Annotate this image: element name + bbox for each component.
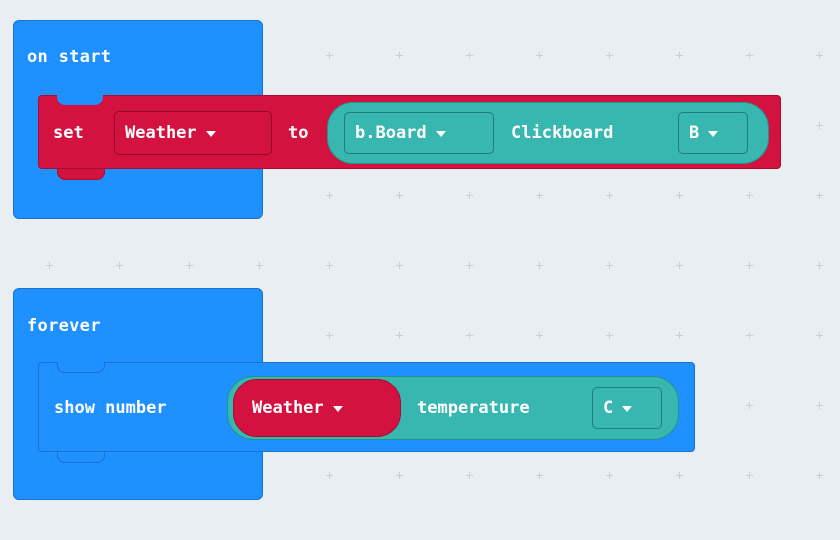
set-keyword: set	[53, 123, 84, 143]
grid-dot	[676, 52, 683, 59]
grid-dot	[396, 472, 403, 479]
variable-dropdown-label: Weather	[125, 123, 197, 143]
grid-dot	[396, 332, 403, 339]
grid-dot	[746, 262, 753, 269]
grid-dot	[466, 262, 473, 269]
block-notch	[57, 95, 103, 105]
board-dropdown-label: b.Board	[355, 123, 427, 143]
grid-dot	[466, 192, 473, 199]
temperature-label: temperature	[417, 398, 530, 418]
grid-dot	[816, 52, 823, 59]
grid-dot	[396, 52, 403, 59]
show-number-label: show number	[54, 398, 167, 418]
to-keyword: to	[288, 123, 309, 143]
grid-dot	[466, 52, 473, 59]
block-notch-bottom	[57, 169, 105, 180]
grid-dot	[256, 262, 263, 269]
grid-dot	[396, 192, 403, 199]
grid-dot	[816, 192, 823, 199]
grid-dot	[816, 472, 823, 479]
on-start-label: on start	[27, 47, 112, 67]
grid-dot	[326, 262, 333, 269]
grid-dot	[746, 332, 753, 339]
grid-dot	[46, 262, 53, 269]
grid-dot	[326, 332, 333, 339]
weather-variable-dropdown[interactable]: Weather	[233, 379, 401, 437]
grid-dot	[116, 262, 123, 269]
grid-dot	[536, 192, 543, 199]
show-number-block[interactable]: show number Weather temperature C	[38, 362, 695, 463]
grid-dot	[466, 472, 473, 479]
grid-dot	[676, 192, 683, 199]
grid-dot	[606, 472, 613, 479]
grid-dot	[536, 472, 543, 479]
block-notch-bottom	[57, 452, 105, 463]
grid-dot	[816, 122, 823, 129]
grid-dot	[606, 192, 613, 199]
clickboard-label: Clickboard	[511, 123, 614, 143]
grid-dot	[816, 332, 823, 339]
chevron-down-icon	[435, 131, 446, 137]
board-dropdown[interactable]: b.Board	[344, 112, 494, 154]
weather-variable-label: Weather	[252, 398, 324, 418]
grid-dot	[186, 262, 193, 269]
unit-dropdown-label: C	[603, 398, 614, 418]
chevron-down-icon	[332, 406, 343, 412]
slot-dropdown[interactable]: B	[678, 112, 748, 154]
grid-dot	[746, 472, 753, 479]
grid-dot	[746, 402, 753, 409]
grid-dot	[466, 332, 473, 339]
grid-dot	[676, 332, 683, 339]
grid-dot	[606, 332, 613, 339]
grid-dot	[746, 192, 753, 199]
grid-dot	[606, 262, 613, 269]
grid-dot	[606, 52, 613, 59]
grid-dot	[816, 262, 823, 269]
grid-dot	[326, 472, 333, 479]
grid-dot	[536, 52, 543, 59]
grid-dot	[676, 472, 683, 479]
unit-dropdown[interactable]: C	[592, 387, 662, 429]
clickboard-value-block[interactable]: b.Board Clickboard B	[327, 102, 769, 164]
slot-dropdown-label: B	[689, 123, 700, 143]
chevron-down-icon	[205, 131, 216, 137]
temperature-reporter-block[interactable]: Weather temperature C	[227, 376, 679, 440]
grid-dot	[676, 262, 683, 269]
variable-dropdown[interactable]: Weather	[114, 111, 272, 155]
grid-dot	[536, 262, 543, 269]
grid-dot	[746, 52, 753, 59]
chevron-down-icon	[622, 406, 633, 412]
block-notch	[57, 362, 105, 373]
forever-label: forever	[27, 316, 101, 336]
grid-dot	[326, 192, 333, 199]
grid-dot	[396, 262, 403, 269]
grid-dot	[816, 402, 823, 409]
grid-dot	[536, 332, 543, 339]
chevron-down-icon	[708, 131, 719, 137]
grid-dot	[326, 52, 333, 59]
set-variable-block[interactable]: set Weather to b.Board Clickboard B	[38, 95, 781, 180]
